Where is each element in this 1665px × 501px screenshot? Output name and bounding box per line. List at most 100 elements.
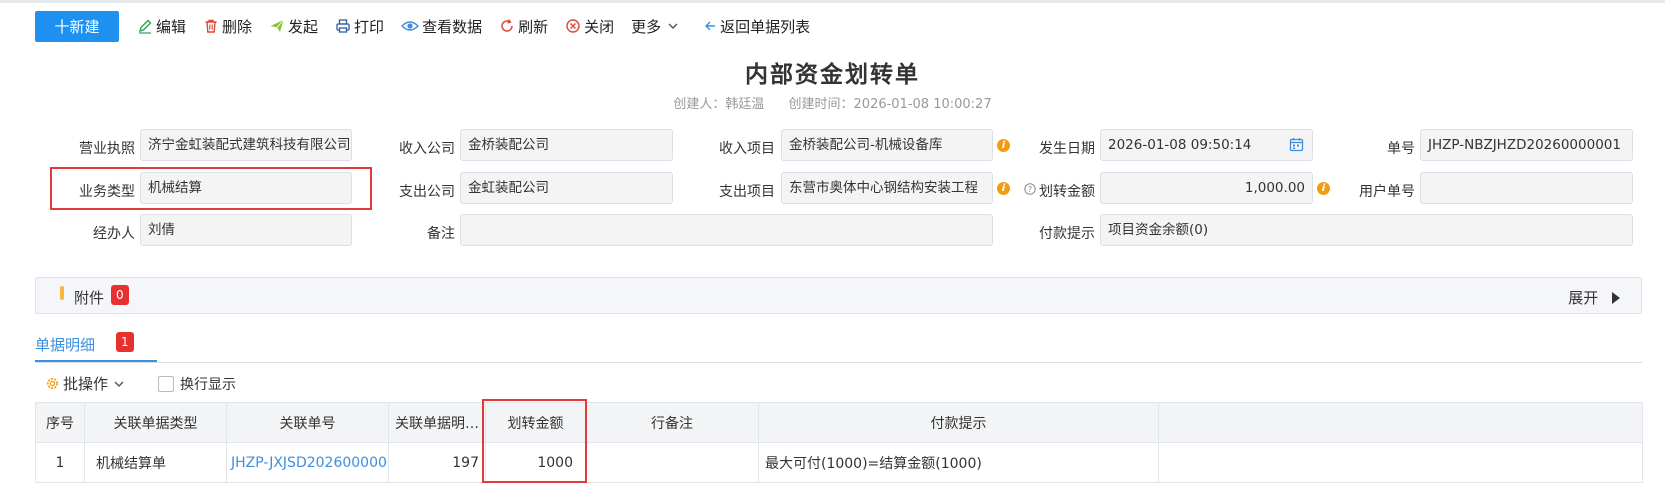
page-title: 内部资金划转单: [745, 62, 920, 88]
col-ref-detail[interactable]: 关联单据明…: [388, 402, 486, 443]
remark-label: 备注: [427, 226, 455, 242]
refresh-label: 刷新: [518, 17, 549, 36]
new-button-label: 十新建: [54, 17, 100, 36]
handler-label: 经办人: [93, 226, 135, 242]
no-field[interactable]: JHZP-NBZJHZD20260000001: [1420, 129, 1633, 161]
expand-button[interactable]: 展开: [1568, 287, 1621, 308]
col-pay-hint[interactable]: 付款提示: [758, 402, 1159, 443]
table-header-row: 序号 关联单据类型 关联单号 关联单据明… 划转金额 行备注 付款提示: [35, 402, 1643, 443]
remark-field[interactable]: [460, 214, 993, 246]
pay-project-field[interactable]: 东营市奥体中心钢结构安装工程: [781, 172, 993, 204]
license-field[interactable]: 济宁金虹装配式建筑科技有限公司: [140, 129, 352, 161]
income-project-label: 收入项目: [719, 141, 775, 157]
tab-active-indicator: [35, 360, 157, 362]
caret-right-icon: [1612, 292, 1620, 304]
handler-field[interactable]: 刘倩: [140, 214, 352, 246]
amount-label: 划转金额: [1039, 184, 1095, 200]
batch-label: 批操作: [63, 375, 109, 393]
close-button[interactable]: 关闭: [565, 16, 614, 37]
col-blank: [1158, 402, 1643, 443]
back-to-list-button[interactable]: 返回单据列表: [704, 16, 810, 37]
amount-field[interactable]: 1,000.00: [1100, 172, 1313, 204]
no-label: 单号: [1387, 141, 1415, 157]
batch-operation-dropdown[interactable]: 批操作: [45, 373, 125, 394]
user-no-field[interactable]: [1420, 172, 1633, 204]
more-label: 更多: [631, 17, 662, 36]
view-data-button[interactable]: 查看数据: [401, 16, 482, 37]
col-ref-type[interactable]: 关联单据类型: [84, 402, 227, 443]
biz-type-label: 业务类型: [79, 184, 135, 200]
cell-ref-detail: 197: [388, 442, 486, 483]
col-seq[interactable]: 序号: [35, 402, 85, 443]
doc-meta: 创建人：韩廷温 创建时间：2026-01-08 10:00:27: [0, 93, 1665, 112]
cell-row-remark[interactable]: [585, 442, 759, 483]
toolbar: 十新建 编辑 删除 发起 打印 查看数据 刷新 关闭 更多 返回单据列表: [35, 10, 810, 42]
date-field[interactable]: 2026-01-08 09:50:14: [1100, 129, 1313, 161]
calendar-icon[interactable]: [1289, 137, 1304, 152]
close-circle-icon: [566, 19, 580, 33]
col-row-remark[interactable]: 行备注: [585, 402, 759, 443]
cell-ref-no-link[interactable]: JHZP-JXJSD2026000000: [226, 442, 389, 483]
more-dropdown[interactable]: 更多: [631, 16, 682, 37]
creator: 创建人：韩廷温: [673, 97, 765, 112]
wrap-label: 换行显示: [180, 377, 236, 393]
pay-hint-label: 付款提示: [1039, 226, 1095, 242]
date-label: 发生日期: [1039, 141, 1095, 157]
launch-label: 发起: [288, 17, 319, 36]
income-project-field[interactable]: 金桥装配公司-机械设备库: [781, 129, 993, 161]
attachments-count-badge: 0: [111, 285, 129, 305]
gear-icon: [46, 377, 59, 390]
svg-text:?: ?: [1028, 185, 1032, 194]
detail-table: 序号 关联单据类型 关联单号 关联单据明… 划转金额 行备注 付款提示 1 机械…: [35, 402, 1643, 483]
cell-ref-type: 机械结算单: [84, 442, 227, 483]
income-company-field[interactable]: 金桥装配公司: [460, 129, 673, 161]
printer-icon: [336, 19, 350, 33]
help-icon[interactable]: ?: [1024, 183, 1036, 195]
chevron-down-icon: [668, 23, 678, 29]
income-project-info-icon[interactable]: i: [997, 139, 1010, 152]
send-icon: [270, 19, 284, 32]
tab-detail-label: 单据明细: [35, 336, 96, 354]
delete-button[interactable]: 删除: [203, 16, 252, 37]
expand-label: 展开: [1568, 289, 1599, 307]
close-label: 关闭: [584, 17, 615, 36]
chevron-down-icon: [114, 381, 124, 387]
pay-project-label: 支出项目: [719, 184, 775, 200]
back-label: 返回单据列表: [720, 17, 811, 36]
license-label: 营业执照: [79, 141, 135, 157]
print-button[interactable]: 打印: [335, 16, 384, 37]
amount-info-icon[interactable]: i: [1317, 182, 1330, 195]
attachments-panel: 附件 0 展开: [35, 277, 1642, 314]
launch-button[interactable]: 发起: [269, 16, 318, 37]
created-time: 创建时间：2026-01-08 10:00:27: [788, 97, 992, 112]
attachments-marker: [60, 286, 64, 300]
print-label: 打印: [354, 17, 385, 36]
pay-project-info-icon[interactable]: i: [997, 182, 1010, 195]
table-row[interactable]: 1 机械结算单 JHZP-JXJSD2026000000 197 1000 最大…: [35, 442, 1643, 483]
eye-icon: [401, 21, 420, 31]
wrap-display-toggle[interactable]: 换行显示: [158, 374, 236, 394]
trash-icon: [205, 19, 217, 33]
wrap-checkbox[interactable]: [158, 376, 174, 392]
col-ref-no[interactable]: 关联单号: [226, 402, 389, 443]
arrow-left-icon: [705, 21, 716, 31]
view-data-label: 查看数据: [422, 17, 483, 36]
pay-company-label: 支出公司: [399, 184, 455, 200]
cell-pay-hint: 最大可付(1000)=结算金额(1000): [758, 442, 1159, 483]
pencil-icon: [138, 19, 152, 34]
refresh-button[interactable]: 刷新: [499, 16, 548, 37]
user-no-label: 用户单号: [1359, 184, 1415, 200]
delete-label: 删除: [222, 17, 253, 36]
biz-type-field[interactable]: 机械结算: [140, 172, 352, 204]
tab-divider: [35, 362, 1642, 363]
pay-company-field[interactable]: 金虹装配公司: [460, 172, 673, 204]
detail-count-badge: 1: [116, 332, 134, 352]
cell-blank: [1158, 442, 1643, 483]
edit-button[interactable]: 编辑: [137, 16, 186, 37]
income-company-label: 收入公司: [399, 141, 455, 157]
amount-column-highlight: [482, 399, 587, 483]
pay-hint-field[interactable]: 项目资金余额(0): [1100, 214, 1633, 246]
edit-label: 编辑: [156, 17, 187, 36]
new-button[interactable]: 十新建: [35, 10, 119, 42]
top-divider: [0, 0, 1665, 3]
